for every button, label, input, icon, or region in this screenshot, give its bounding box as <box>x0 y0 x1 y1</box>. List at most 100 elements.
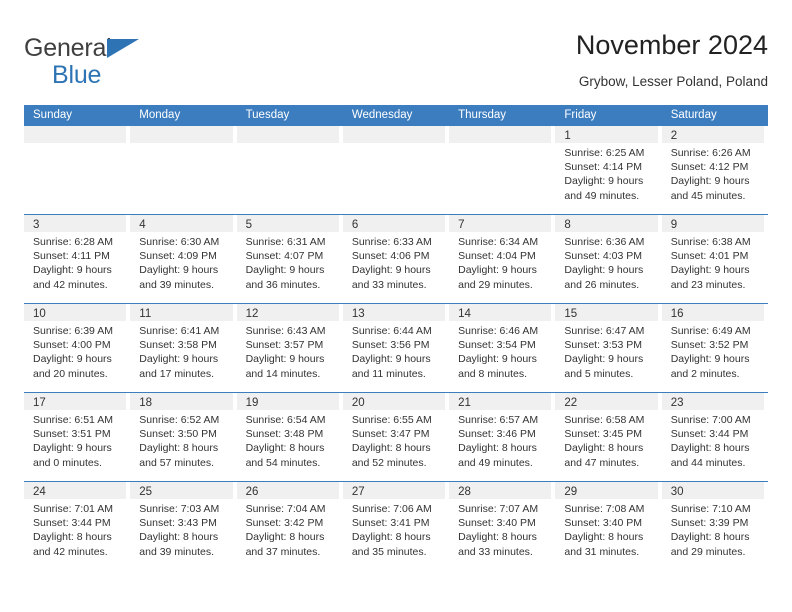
calendar-day-cell[interactable]: 29 Sunrise: 7:08 AM Sunset: 3:40 PM Dayligh… <box>555 482 661 570</box>
day-cell-inner: 25 Sunrise: 7:03 AM Sunset: 3:43 PM Dayligh… <box>130 482 233 570</box>
daylight-text-line1: Daylight: 8 hours <box>670 531 750 544</box>
calendar-day-cell[interactable]: 21 Sunrise: 6:57 AM Sunset: 3:46 PM Dayligh… <box>449 393 555 481</box>
calendar-day-cell[interactable]: 12 Sunrise: 6:43 AM Sunset: 3:57 PM Dayligh… <box>236 304 343 392</box>
calendar-day-cell[interactable]: 27 Sunrise: 7:06 AM Sunset: 3:41 PM Dayligh… <box>342 482 449 570</box>
day-sun-info: Sunrise: 6:52 AM Sunset: 3:50 PM Daylight:… <box>130 410 232 470</box>
daylight-text-line2: and 33 minutes. <box>458 545 533 558</box>
day-number: 2 <box>670 130 678 142</box>
calendar-day-cell[interactable]: 18 Sunrise: 6:52 AM Sunset: 3:50 PM Dayligh… <box>130 393 236 481</box>
calendar-day-cell[interactable]: 9 Sunrise: 6:38 AM Sunset: 4:01 PM Daylight… <box>661 215 768 303</box>
daylight-text-line1: Daylight: 8 hours <box>458 442 537 455</box>
sunset-text: Sunset: 3:46 PM <box>458 428 536 441</box>
daylight-text-line2: and 5 minutes. <box>564 367 634 380</box>
sunrise-text: Sunrise: 6:55 AM <box>351 414 432 426</box>
day-sun-info: Sunrise: 6:41 AM Sunset: 3:58 PM Daylight:… <box>130 321 232 381</box>
daylight-text-line2: and 17 minutes. <box>139 367 214 380</box>
sunset-text: Sunset: 3:44 PM <box>33 517 111 530</box>
calendar-day-cell[interactable]: 28 Sunrise: 7:07 AM Sunset: 3:40 PM Dayligh… <box>449 482 555 570</box>
calendar-day-cell[interactable]: 20 Sunrise: 6:55 AM Sunset: 3:47 PM Dayligh… <box>342 393 449 481</box>
calendar-week-row: 17 Sunrise: 6:51 AM Sunset: 3:51 PM Dayligh… <box>24 392 768 481</box>
calendar-day-cell[interactable]: 3 Sunrise: 6:28 AM Sunset: 4:11 PM Daylight… <box>24 215 130 303</box>
calendar-day-cell[interactable]: 5 Sunrise: 6:31 AM Sunset: 4:07 PM Daylight… <box>236 215 343 303</box>
daylight-text-line1: Daylight: 9 hours <box>245 264 325 277</box>
page-subtitle-location: Grybow, Lesser Poland, Poland <box>578 74 768 89</box>
sunrise-text: Sunrise: 6:46 AM <box>458 325 539 337</box>
calendar-page: General Blue November 2024 Grybow, Lesse… <box>0 0 792 612</box>
calendar-day-cell[interactable]: 13 Sunrise: 6:44 AM Sunset: 3:56 PM Dayligh… <box>342 304 449 392</box>
calendar-day-cell[interactable]: 30 Sunrise: 7:10 AM Sunset: 3:39 PM Dayligh… <box>661 482 768 570</box>
sunrise-text: Sunrise: 6:43 AM <box>245 325 326 337</box>
sunset-text: Sunset: 3:48 PM <box>245 428 324 441</box>
calendar-day-cell[interactable]: 16 Sunrise: 6:49 AM Sunset: 3:52 PM Dayligh… <box>661 304 768 392</box>
day-cell-inner: 7 Sunrise: 6:34 AM Sunset: 4:04 PM Daylight… <box>449 215 552 303</box>
day-number: 24 <box>33 486 46 498</box>
day-number-band: 13 <box>342 304 446 321</box>
daylight-text-line2: and 49 minutes. <box>458 456 533 469</box>
day-cell-inner: 16 Sunrise: 6:49 AM Sunset: 3:52 PM Dayligh… <box>661 304 764 392</box>
calendar-day-cell[interactable]: 1 Sunrise: 6:25 AM Sunset: 4:14 PM Daylight… <box>555 126 661 214</box>
calendar-day-cell[interactable]: 17 Sunrise: 6:51 AM Sunset: 3:51 PM Dayligh… <box>24 393 130 481</box>
day-sun-info: Sunrise: 6:28 AM Sunset: 4:11 PM Daylight:… <box>24 232 126 292</box>
calendar-day-cell[interactable]: 25 Sunrise: 7:03 AM Sunset: 3:43 PM Dayligh… <box>130 482 236 570</box>
calendar-day-cell[interactable]: 2 Sunrise: 6:26 AM Sunset: 4:12 PM Daylight… <box>661 126 768 214</box>
sunrise-text: Sunrise: 7:00 AM <box>670 414 751 426</box>
day-number: 11 <box>139 308 152 320</box>
calendar-day-cell[interactable]: 15 Sunrise: 6:47 AM Sunset: 3:53 PM Dayligh… <box>555 304 661 392</box>
day-sun-info: Sunrise: 6:26 AM Sunset: 4:12 PM Daylight:… <box>662 143 764 203</box>
day-number-band <box>236 126 339 143</box>
day-number-band: 11 <box>130 304 233 321</box>
day-sun-info: Sunrise: 6:43 AM Sunset: 3:57 PM Daylight:… <box>237 321 339 381</box>
calendar-day-cell[interactable]: 10 Sunrise: 6:39 AM Sunset: 4:00 PM Dayligh… <box>24 304 130 392</box>
day-cell-inner <box>236 126 339 214</box>
blue-triangle-logo-icon <box>107 39 139 58</box>
calendar-empty-cell <box>236 126 343 214</box>
day-sun-info: Sunrise: 7:08 AM Sunset: 3:40 PM Daylight:… <box>555 499 657 559</box>
brand-name-blue: Blue <box>52 61 102 89</box>
day-number-band <box>24 126 127 143</box>
day-cell-inner: 15 Sunrise: 6:47 AM Sunset: 3:53 PM Dayligh… <box>555 304 658 392</box>
day-number-band: 15 <box>555 304 658 321</box>
daylight-text-line1: Daylight: 9 hours <box>564 175 644 188</box>
day-number-band: 26 <box>236 482 339 499</box>
calendar-day-cell[interactable]: 7 Sunrise: 6:34 AM Sunset: 4:04 PM Daylight… <box>449 215 555 303</box>
weekday-header-monday: Monday <box>139 109 181 121</box>
daylight-text-line1: Daylight: 8 hours <box>139 531 219 544</box>
day-number: 7 <box>458 219 465 231</box>
sunrise-text: Sunrise: 7:06 AM <box>351 503 432 515</box>
sunrise-text: Sunrise: 6:47 AM <box>564 325 645 337</box>
calendar-day-cell[interactable]: 14 Sunrise: 6:46 AM Sunset: 3:54 PM Dayligh… <box>449 304 555 392</box>
sunset-text: Sunset: 3:41 PM <box>351 517 430 530</box>
calendar-day-cell[interactable]: 8 Sunrise: 6:36 AM Sunset: 4:03 PM Daylight… <box>555 215 661 303</box>
day-sun-info: Sunrise: 7:06 AM Sunset: 3:41 PM Daylight:… <box>343 499 445 559</box>
sunset-text: Sunset: 3:47 PM <box>351 428 430 441</box>
day-cell-inner <box>24 126 127 214</box>
calendar-day-cell[interactable]: 4 Sunrise: 6:30 AM Sunset: 4:09 PM Daylight… <box>130 215 236 303</box>
calendar-day-cell[interactable]: 6 Sunrise: 6:33 AM Sunset: 4:06 PM Daylight… <box>342 215 449 303</box>
daylight-text-line2: and 0 minutes. <box>33 456 102 469</box>
day-cell-inner: 18 Sunrise: 6:52 AM Sunset: 3:50 PM Dayligh… <box>130 393 233 481</box>
calendar-day-cell[interactable]: 22 Sunrise: 6:58 AM Sunset: 3:45 PM Dayligh… <box>555 393 661 481</box>
sunrise-text: Sunrise: 7:01 AM <box>33 503 113 515</box>
sunset-text: Sunset: 4:07 PM <box>245 250 324 263</box>
daylight-text-line2: and 36 minutes. <box>245 278 321 291</box>
sunrise-text: Sunrise: 6:52 AM <box>139 414 220 426</box>
sunrise-text: Sunrise: 6:44 AM <box>351 325 432 337</box>
daylight-text-line1: Daylight: 9 hours <box>139 353 219 366</box>
calendar-day-cell[interactable]: 24 Sunrise: 7:01 AM Sunset: 3:44 PM Dayligh… <box>24 482 130 570</box>
day-number: 4 <box>139 219 146 231</box>
daylight-text-line1: Daylight: 9 hours <box>670 175 750 188</box>
brand-logo[interactable]: General Blue <box>24 34 254 92</box>
daylight-text-line2: and 44 minutes. <box>670 456 746 469</box>
daylight-text-line2: and 42 minutes. <box>33 545 108 558</box>
calendar-day-cell[interactable]: 11 Sunrise: 6:41 AM Sunset: 3:58 PM Dayligh… <box>130 304 236 392</box>
day-cell-inner: 4 Sunrise: 6:30 AM Sunset: 4:09 PM Daylight… <box>130 215 233 303</box>
calendar-day-cell[interactable]: 26 Sunrise: 7:04 AM Sunset: 3:42 PM Dayligh… <box>236 482 343 570</box>
calendar-week-row: 3 Sunrise: 6:28 AM Sunset: 4:11 PM Daylight… <box>24 214 768 303</box>
day-number-band: 25 <box>130 482 233 499</box>
calendar-day-cell[interactable]: 19 Sunrise: 6:54 AM Sunset: 3:48 PM Dayligh… <box>236 393 343 481</box>
day-number-band: 18 <box>130 393 233 410</box>
calendar-day-cell[interactable]: 23 Sunrise: 7:00 AM Sunset: 3:44 PM Dayligh… <box>661 393 768 481</box>
day-cell-inner <box>342 126 446 214</box>
sunrise-text: Sunrise: 7:04 AM <box>245 503 326 515</box>
day-sun-info: Sunrise: 6:57 AM Sunset: 3:46 PM Daylight:… <box>449 410 551 470</box>
